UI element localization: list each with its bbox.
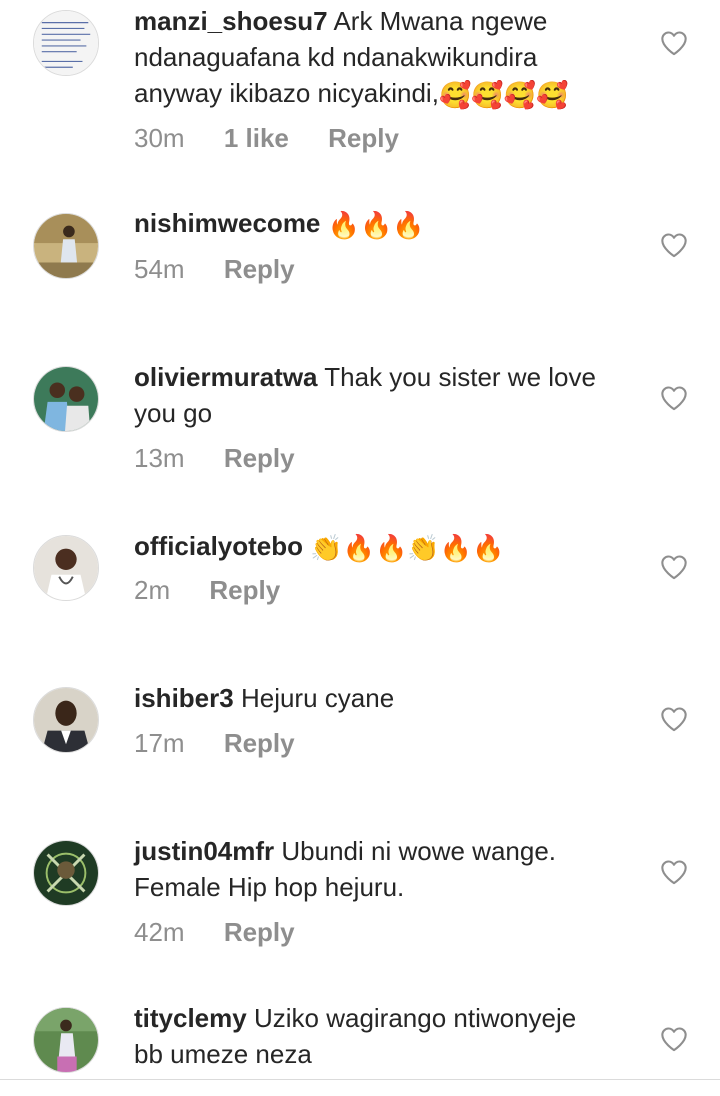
avatar[interactable] [33,840,99,906]
comment-text: Hejuru cyane [240,683,395,713]
like-icon[interactable] [660,232,688,258]
comment-body: ishiber3 Hejuru cyane [134,680,604,716]
comment-time: 17m [134,728,185,758]
comment-time: 54m [134,254,185,284]
avatar[interactable] [33,213,99,279]
avatar[interactable] [33,1007,99,1073]
comment-time: 13m [134,443,185,473]
reply-button[interactable]: Reply [224,254,295,284]
comment-meta: 13m Reply [134,443,327,473]
comment-username[interactable]: justin04mfr [134,836,274,866]
comment-username[interactable]: nishimwecome [134,208,320,238]
reply-button[interactable]: Reply [224,443,295,473]
comment-body: nishimwecome 🔥🔥🔥 [134,205,604,241]
avatar[interactable] [33,10,99,76]
comment-meta: 42m Reply [134,917,327,947]
comment-username[interactable]: ishiber3 [134,683,234,713]
comment-emoji: 🥰🥰🥰🥰 [438,80,569,110]
comment-meta: 2m Reply [134,575,312,605]
comment-emoji: 👏🔥🔥👏🔥🔥 [310,533,505,563]
comment-likes[interactable]: 1 like [224,123,289,153]
reply-button[interactable]: Reply [224,917,295,947]
avatar[interactable] [33,687,99,753]
like-icon[interactable] [660,385,688,411]
comment-meta: 17m Reply [134,728,327,758]
like-icon[interactable] [660,859,688,885]
comment-emoji: 🔥🔥🔥 [327,210,425,240]
divider [0,1079,720,1080]
comment-body: tityclemy Uziko wagirango ntiwonyeje bb … [134,1000,604,1072]
reply-button[interactable]: Reply [224,728,295,758]
comment-body: oliviermuratwa Thak you sister we love y… [134,359,604,431]
comment-body: justin04mfr Ubundi ni wowe wange. Female… [134,833,604,905]
comment-body: officialyotebo 👏🔥🔥👏🔥🔥 [134,528,604,564]
comment-username[interactable]: officialyotebo [134,531,303,561]
reply-button[interactable]: Reply [328,123,399,153]
comment-username[interactable]: tityclemy [134,1003,247,1033]
comment-username[interactable]: manzi_shoesu7 [134,6,328,36]
comment-meta: 30m 1 like Reply [134,123,431,153]
comment-time: 2m [134,575,171,605]
avatar[interactable] [33,366,99,432]
comment-time: 42m [134,917,185,947]
comment-username[interactable]: oliviermuratwa [134,362,318,392]
like-icon[interactable] [660,706,688,732]
comment-body: manzi_shoesu7 Ark Mwana ngewe ndanaguafa… [134,3,604,111]
comment-time: 30m [134,123,185,153]
like-icon[interactable] [660,1026,688,1052]
like-icon[interactable] [660,30,688,56]
like-icon[interactable] [660,554,688,580]
comment-meta: 54m Reply [134,254,327,284]
avatar[interactable] [33,535,99,601]
reply-button[interactable]: Reply [209,575,280,605]
